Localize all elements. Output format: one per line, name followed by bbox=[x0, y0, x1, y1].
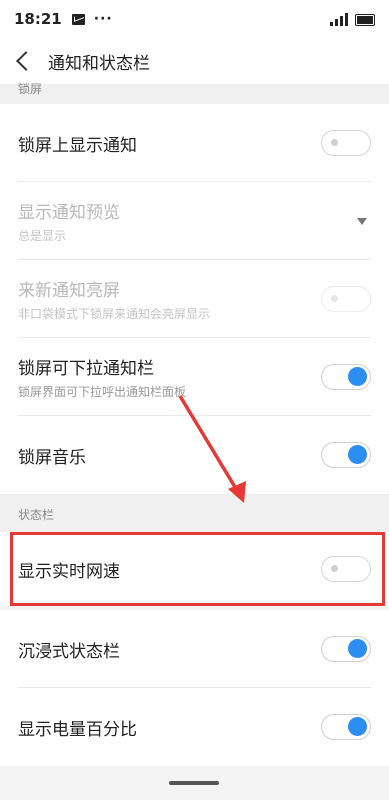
home-gesture-bar[interactable] bbox=[169, 781, 219, 785]
annotation-arrow-icon bbox=[178, 395, 246, 503]
